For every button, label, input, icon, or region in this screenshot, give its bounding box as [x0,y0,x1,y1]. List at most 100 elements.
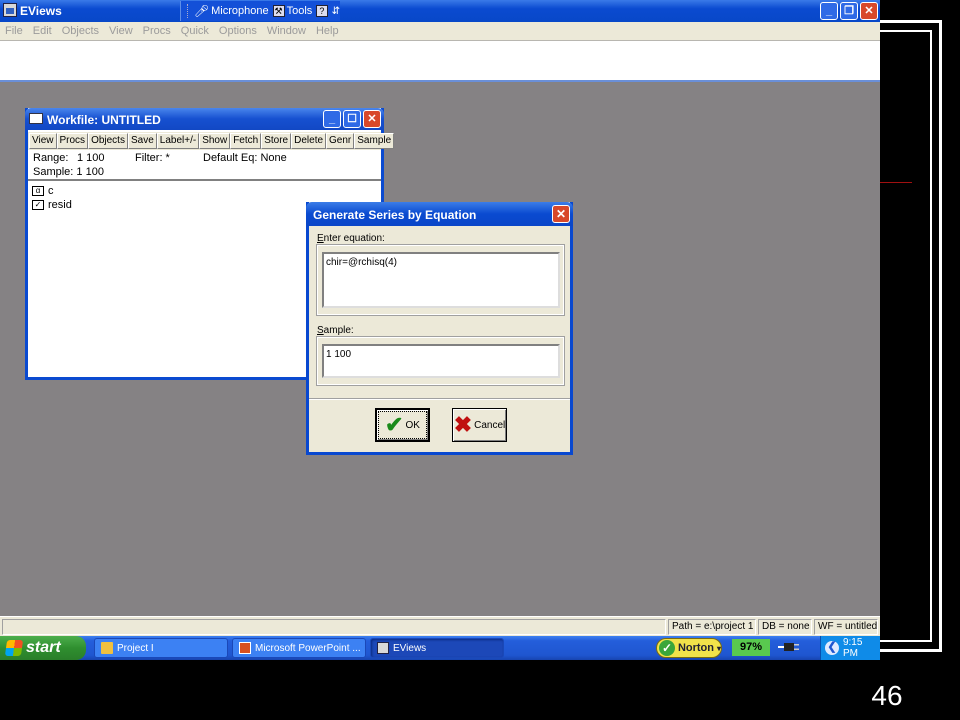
cancel-label: Cancel [474,419,506,431]
dialog-separator [309,398,570,400]
menu-procs[interactable]: Procs [143,25,171,37]
sample-input[interactable]: 1 100 [322,344,560,378]
battery-indicator[interactable]: 97% [732,639,770,656]
sample-label: Sample: 1 100 [33,166,104,178]
workfile-titlebar[interactable]: Workfile: UNTITLED _ ☐ ✕ [25,108,384,130]
coefficient-icon: α [32,186,44,196]
tools-label: Tools [286,5,313,17]
wf-delete-button[interactable]: Delete [291,133,327,149]
language-bar: 🎤︎ Microphone ⚒ Tools ? ⇵ [180,1,340,21]
close-icon: ✕ [555,207,567,221]
ok-button[interactable]: ✔ OK [375,408,430,442]
options-chevron-icon[interactable]: ⇵ [332,6,340,17]
close-icon: ✕ [864,5,874,17]
norton-tray-button[interactable]: ✓ Norton ▾ [656,638,722,658]
help-icon[interactable]: ? [316,5,328,17]
microphone-button[interactable]: 🎤︎ Microphone [194,4,269,18]
eviews-app-icon[interactable] [3,3,17,17]
menu-options[interactable]: Options [219,25,257,37]
dialog-close-button[interactable]: ✕ [552,205,570,223]
wf-objects-button[interactable]: Objects [88,133,128,149]
wf-view-button[interactable]: View [29,133,57,149]
equation-input[interactable]: chir=@rchisq(4) [322,252,560,308]
norton-check-icon: ✓ [659,640,675,656]
wf-procs-button[interactable]: Procs [56,133,89,149]
slide-accent-line [880,182,912,183]
workfile-icon [29,113,43,124]
wf-store-button[interactable]: Store [261,133,292,149]
series-icon: ✓ [32,200,44,210]
object-name: c [48,185,54,197]
status-path: Path = e:\project 1 [668,619,756,635]
workfile-title: Workfile: UNTITLED [47,113,161,127]
menu-edit[interactable]: Edit [33,25,52,37]
cancel-button[interactable]: ✖ Cancel [452,408,507,442]
restore-button[interactable]: ❐ [840,2,858,20]
dialog-titlebar[interactable]: Generate Series by Equation ✕ [306,202,573,226]
taskbar-item-label: Project I [117,642,154,654]
workfile-info-panel: Range: 1 100 Filter: * Default Eq: None … [28,151,381,181]
start-label: start [26,639,61,656]
wf-show-button[interactable]: Show [199,133,231,149]
wf-save-button[interactable]: Save [127,133,157,149]
restore-icon: ❐ [844,5,854,17]
command-window[interactable] [0,40,880,82]
dialog-title: Generate Series by Equation [313,208,477,222]
powerpoint-icon [239,642,251,654]
taskbar: start Project I Microsoft PowerPoint ...… [0,636,880,660]
menu-quick[interactable]: Quick [181,25,209,37]
filter-label: Filter: * [135,152,170,164]
taskbar-item-powerpoint[interactable]: Microsoft PowerPoint ... [232,638,366,658]
status-wf: WF = untitled [814,619,878,635]
system-tray: ❮ 9:15 PM [820,636,880,660]
microphone-icon: 🎤︎ [193,4,210,18]
wf-sample-button[interactable]: Sample [354,133,395,149]
default-eq-label: Default Eq: None [203,152,287,164]
tools-icon: ⚒ [272,5,285,17]
start-button[interactable]: start [0,636,86,660]
generate-series-dialog: Generate Series by Equation ✕ Enter equa… [306,202,573,455]
folder-icon [101,642,113,654]
clock[interactable]: 9:15 PM [843,637,880,659]
workfile-close-button[interactable]: ✕ [363,110,381,128]
equation-label: Enter equation: [317,233,385,244]
workfile-toolbar: View Procs Objects Save Label+/- Show Fe… [28,132,395,150]
taskbar-item-eviews[interactable]: EViews [370,638,504,658]
status-db: DB = none [758,619,812,635]
app-titlebar[interactable]: EViews 🎤︎ Microphone ⚒ Tools ? ⇵ _ ❐ ✕ [0,0,880,22]
close-button[interactable]: ✕ [860,2,878,20]
list-item-resid[interactable]: ✓ resid [32,199,72,211]
minimize-button[interactable]: _ [820,2,838,20]
object-name: resid [48,199,72,211]
menu-help[interactable]: Help [316,25,339,37]
status-bar: Path = e:\project 1 DB = none WF = untit… [0,616,880,636]
slide-frame-inner [872,30,932,642]
taskbar-item-label: EViews [393,642,427,654]
wf-label-button[interactable]: Label+/- [156,133,200,149]
wf-fetch-button[interactable]: Fetch [230,133,262,149]
range-label: Range: [33,152,69,164]
tools-button[interactable]: ⚒ Tools [272,5,313,17]
check-icon: ✔ [385,412,404,437]
menu-window[interactable]: Window [267,25,306,37]
wf-genr-button[interactable]: Genr [326,133,355,149]
minimize-icon: _ [825,5,833,17]
list-item-c[interactable]: α c [32,185,54,197]
workfile-minimize-button[interactable]: _ [323,110,341,128]
show-hidden-icons-icon[interactable]: ❮ [825,641,839,655]
menu-view[interactable]: View [109,25,133,37]
chevron-down-icon: ▾ [716,643,721,653]
menu-objects[interactable]: Objects [62,25,99,37]
menu-file[interactable]: File [5,25,23,37]
workfile-maximize-button[interactable]: ☐ [343,110,361,128]
eviews-icon [377,642,389,654]
taskbar-item-project[interactable]: Project I [94,638,228,658]
windows-logo-icon [4,640,24,656]
status-message [2,619,666,635]
maximize-icon: ☐ [347,113,357,125]
app-title: EViews [20,4,62,18]
eviews-app-window: EViews 🎤︎ Microphone ⚒ Tools ? ⇵ _ ❐ ✕ F… [0,0,880,636]
microphone-label: Microphone [211,5,269,17]
power-plug-icon[interactable] [778,642,802,652]
grip-handle-icon[interactable] [187,4,190,18]
